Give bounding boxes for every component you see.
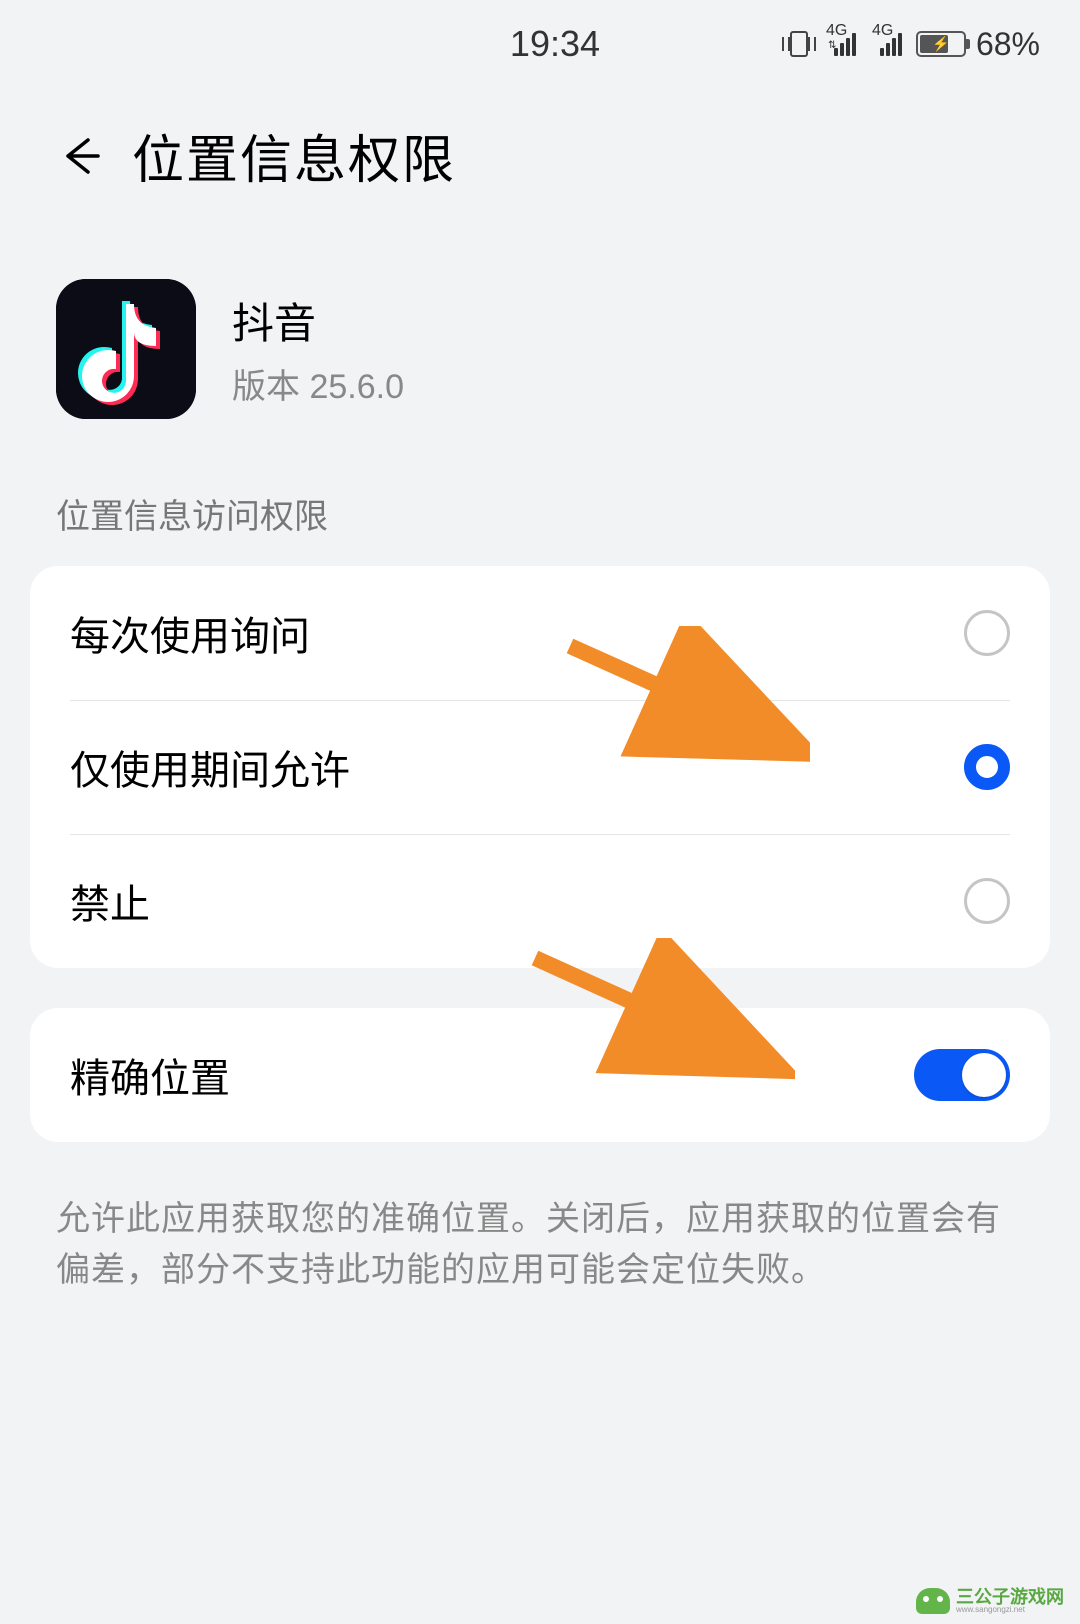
option-label: 仅使用期间允许 — [70, 738, 350, 796]
watermark-logo-icon — [916, 1588, 950, 1614]
precise-location-row[interactable]: 精确位置 — [30, 1008, 1050, 1142]
back-button[interactable] — [56, 132, 104, 180]
section-label: 位置信息访问权限 — [0, 459, 1080, 566]
watermark-url: www.sangongzi.net — [956, 1606, 1064, 1614]
app-name: 抖音 — [232, 290, 404, 351]
status-indicators: 4G ⇅ 4G ⚡ 68% — [790, 26, 1040, 63]
option-label: 每次使用询问 — [70, 604, 310, 662]
status-bar: 19:34 4G ⇅ 4G ⚡ 68% — [0, 0, 1080, 88]
watermark: 三公子游戏网 www.sangongzi.net — [916, 1588, 1064, 1614]
battery-icon: ⚡ — [916, 31, 966, 57]
option-ask-every-time[interactable]: 每次使用询问 — [30, 566, 1050, 700]
app-info: 抖音 版本 25.6.0 — [0, 223, 1080, 459]
page-title: 位置信息权限 — [132, 118, 456, 193]
precise-location-card: 精确位置 — [30, 1008, 1050, 1142]
page-header: 位置信息权限 — [0, 88, 1080, 223]
precise-location-label: 精确位置 — [70, 1046, 230, 1104]
signal-1-icon: 4G ⇅ — [830, 32, 856, 56]
app-icon — [56, 279, 196, 419]
toggle-on-icon — [914, 1049, 1010, 1101]
radio-unchecked-icon — [964, 878, 1010, 924]
watermark-title: 三公子游戏网 — [956, 1588, 1064, 1606]
status-time: 19:34 — [40, 23, 790, 65]
arrow-left-icon — [58, 134, 102, 178]
radio-checked-icon — [964, 744, 1010, 790]
app-version: 版本 25.6.0 — [232, 359, 404, 408]
signal-2-icon: 4G — [876, 32, 902, 56]
radio-unchecked-icon — [964, 610, 1010, 656]
app-meta: 抖音 版本 25.6.0 — [232, 290, 404, 408]
option-label: 禁止 — [70, 872, 150, 930]
battery-percent: 68% — [976, 26, 1040, 63]
permission-options-card: 每次使用询问 仅使用期间允许 禁止 — [30, 566, 1050, 968]
vibrate-icon — [790, 31, 808, 57]
option-allow-while-using[interactable]: 仅使用期间允许 — [30, 700, 1050, 834]
precise-location-description: 允许此应用获取您的准确位置。关闭后，应用获取的位置会有偏差，部分不支持此功能的应… — [0, 1182, 1080, 1296]
option-deny[interactable]: 禁止 — [30, 834, 1050, 968]
